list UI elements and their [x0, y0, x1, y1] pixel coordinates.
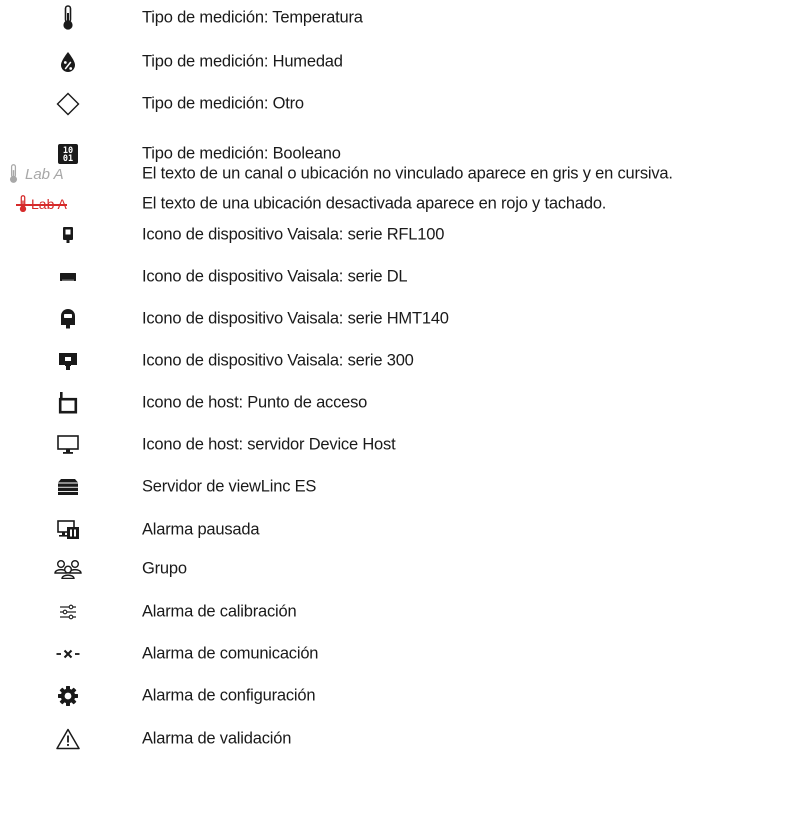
- access-point-icon: [58, 392, 78, 414]
- unlinked-location-example: Lab A: [8, 164, 64, 184]
- legend-row-deactivated: Lab A El texto de una ubicación desactiv…: [0, 189, 791, 219]
- diamond-outline-icon: [56, 92, 80, 116]
- alarm-paused-icon: [57, 520, 79, 540]
- legend-description: Icono de dispositivo Vaisala: serie HMT1…: [142, 309, 449, 328]
- legend-row-viewlinc-server: Servidor de viewLinc ES: [0, 472, 791, 502]
- legend-description: El texto de una ubicación desactivada ap…: [142, 194, 607, 213]
- legend-description: Alarma de validación: [142, 729, 292, 748]
- legend-row-configuration-alarm: Alarma de configuración: [0, 681, 791, 711]
- device-hmt140-icon: [60, 309, 76, 329]
- legend-row-humidity: Tipo de medición: Humedad: [0, 47, 791, 77]
- legend-description: Icono de dispositivo Vaisala: serie DL: [142, 267, 408, 286]
- legend-description: Alarma de calibración: [142, 602, 297, 621]
- legend-row-hmt140: Icono de dispositivo Vaisala: serie HMT1…: [0, 304, 791, 334]
- legend-row-access-point: Icono de host: Punto de acceso: [0, 388, 791, 418]
- device-300-icon: [59, 352, 77, 370]
- legend-description: El texto de un canal o ubicación no vinc…: [142, 164, 673, 183]
- sliders-icon: [59, 604, 77, 620]
- legend-row-other: Tipo de medición: Otro: [0, 89, 791, 119]
- legend-description: Icono de dispositivo Vaisala: serie RFL1…: [142, 225, 445, 244]
- legend-row-device-host: Icono de host: servidor Device Host: [0, 430, 791, 460]
- legend-description: Icono de host: servidor Device Host: [142, 435, 396, 454]
- legend-description: Grupo: [142, 559, 187, 578]
- legend-row-dl: Icono de dispositivo Vaisala: serie DL: [0, 262, 791, 292]
- legend-description: Tipo de medición: Humedad: [142, 52, 343, 71]
- legend-description: Tipo de medición: Otro: [142, 94, 304, 113]
- thermometer-gray-icon: [9, 164, 18, 183]
- legend-row-rfl100: Icono de dispositivo Vaisala: serie RFL1…: [0, 220, 791, 250]
- thermometer-icon: [62, 5, 74, 31]
- legend-row-300: Icono de dispositivo Vaisala: serie 300: [0, 346, 791, 376]
- legend-row-validation-alarm: Alarma de validación: [0, 724, 791, 754]
- monitor-icon: [57, 435, 79, 455]
- legend-description: Tipo de medición: Temperatura: [142, 8, 363, 27]
- warning-triangle-icon: [56, 728, 80, 750]
- unlinked-location-label: Lab A: [25, 165, 64, 183]
- legend-description: Alarma pausada: [142, 520, 260, 539]
- gear-icon: [58, 686, 78, 706]
- device-dl-icon: [60, 272, 76, 282]
- device-rfl100-icon: [62, 227, 74, 243]
- legend-description: Icono de host: Punto de acceso: [142, 393, 368, 412]
- legend-row-group: Grupo: [0, 554, 791, 584]
- server-stack-icon: [58, 479, 78, 495]
- legend-description: Alarma de configuración: [142, 686, 316, 705]
- legend-row-alarm-paused: Alarma pausada: [0, 515, 791, 545]
- legend-row-calibration-alarm: Alarma de calibración: [0, 597, 791, 627]
- group-icon: [54, 559, 82, 579]
- legend-row-unlinked: Lab A El texto de un canal o ubicación n…: [0, 159, 791, 189]
- legend-description: Icono de dispositivo Vaisala: serie 300: [142, 351, 414, 370]
- strikethrough-line: [16, 204, 67, 206]
- legend-description: Servidor de viewLinc ES: [142, 477, 317, 496]
- comm-x-icon: [56, 647, 80, 661]
- humidity-drop-icon: [59, 51, 77, 73]
- legend-description: Alarma de comunicación: [142, 644, 319, 663]
- legend-row-temperature: Tipo de medición: Temperatura: [0, 3, 791, 33]
- deactivated-location-example: Lab A: [16, 195, 67, 213]
- legend-row-communication-alarm: Alarma de comunicación: [0, 639, 791, 669]
